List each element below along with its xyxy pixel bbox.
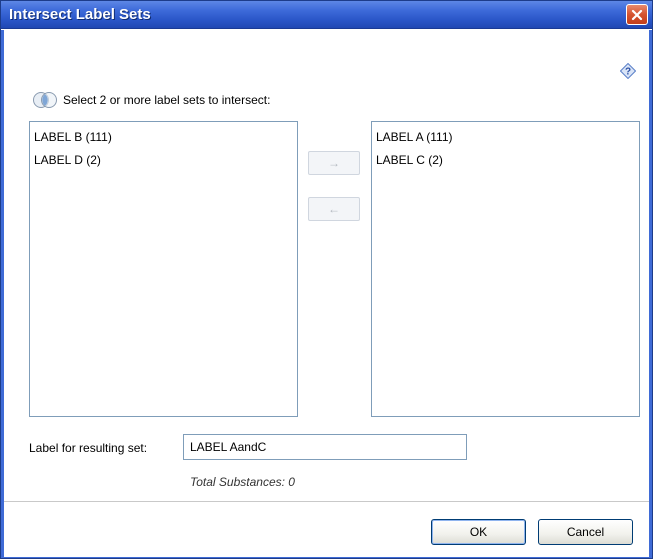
instruction-row: Select 2 or more label sets to intersect… bbox=[31, 91, 270, 109]
title-bar[interactable]: Intersect Label Sets bbox=[1, 1, 652, 29]
list-item[interactable]: LABEL A (111) bbox=[375, 126, 636, 149]
available-label-sets-list[interactable]: LABEL B (111) LABEL D (2) bbox=[29, 121, 298, 417]
window-title: Intersect Label Sets bbox=[9, 6, 151, 23]
add-to-selection-button[interactable]: → bbox=[308, 151, 360, 175]
venn-diagram-icon bbox=[33, 92, 57, 108]
result-set-label: Label for resulting set: bbox=[29, 441, 148, 455]
ok-button[interactable]: OK bbox=[431, 519, 526, 545]
cancel-button[interactable]: Cancel bbox=[538, 519, 633, 545]
close-icon bbox=[631, 9, 643, 20]
window-frame-right bbox=[649, 30, 652, 558]
list-item[interactable]: LABEL B (111) bbox=[33, 126, 294, 149]
total-substances-text: Total Substances: 0 bbox=[190, 475, 295, 489]
svg-text:?: ? bbox=[625, 67, 631, 78]
window-frame-left bbox=[1, 30, 4, 558]
instruction-text: Select 2 or more label sets to intersect… bbox=[63, 93, 271, 107]
arrow-left-icon: ← bbox=[328, 202, 340, 216]
close-button[interactable] bbox=[626, 4, 648, 25]
help-icon[interactable]: ? bbox=[620, 63, 636, 79]
list-item[interactable]: LABEL D (2) bbox=[33, 149, 294, 172]
remove-from-selection-button[interactable]: ← bbox=[308, 197, 360, 221]
intersect-label-sets-dialog: Intersect Label Sets ? Select 2 or more … bbox=[0, 0, 653, 559]
arrow-right-icon: → bbox=[328, 156, 340, 170]
list-item[interactable]: LABEL C (2) bbox=[375, 149, 636, 172]
selected-label-sets-list[interactable]: LABEL A (111) LABEL C (2) bbox=[371, 121, 640, 417]
result-set-name-input[interactable] bbox=[183, 434, 467, 460]
